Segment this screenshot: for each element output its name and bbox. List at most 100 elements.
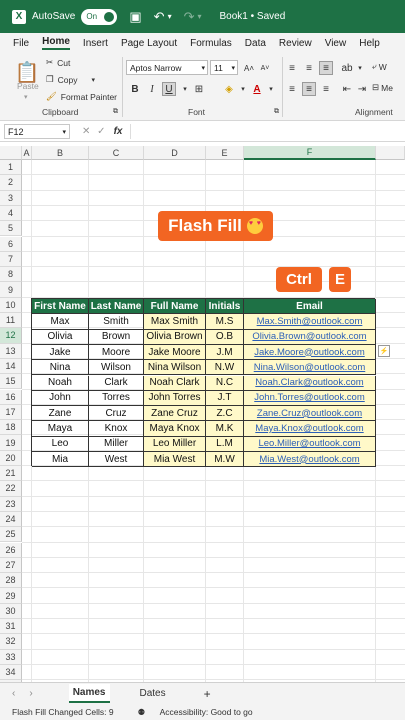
undo-dropdown-icon[interactable]: ▾ [168,12,172,21]
table-cell[interactable]: Zane Cruz [144,406,206,422]
table-cell[interactable]: N.C [206,375,244,391]
table-cell[interactable]: Nina.Wilson@outlook.com [244,360,376,376]
table-cell[interactable]: Max [32,314,89,330]
row-header-11[interactable]: 11 [0,313,22,329]
table-cell[interactable]: John [32,390,89,407]
format-painter-button[interactable]: 🖌 Format Painter [46,91,117,102]
row-header-25[interactable]: 25 [0,527,22,543]
column-header-b[interactable]: B [32,146,89,160]
tab-insert[interactable]: Insert [83,38,108,49]
cut-button[interactable]: ✂ Cut [46,57,70,68]
table-cell[interactable]: John Torres [144,390,206,407]
next-sheet-icon[interactable]: › [29,688,32,699]
tab-help[interactable]: Help [359,38,380,49]
table-cell[interactable]: J.T [206,390,244,407]
table-cell[interactable]: Leo.Miller@outlook.com [244,436,376,452]
table-header-cell[interactable]: Email [244,299,376,315]
table-cell[interactable]: Jake Moore [144,344,206,361]
align-right-icon[interactable]: ≡ [319,82,333,96]
undo-icon[interactable]: ↶ [154,9,165,25]
accessibility-status[interactable]: ⚉ Accessibility: Good to go [126,707,253,718]
row-header-2[interactable]: 2 [0,175,22,191]
save-icon[interactable]: ▣ [129,9,141,25]
row-header-22[interactable]: 22 [0,481,22,497]
table-cell[interactable]: Olivia [32,329,89,345]
row-header-4[interactable]: 4 [0,205,22,222]
row-header-9[interactable]: 9 [0,282,22,298]
row-header-33[interactable]: 33 [0,649,22,665]
table-cell[interactable]: Mia.West@outlook.com [244,452,376,468]
table-cell[interactable]: Smith [89,314,144,330]
row-header-20[interactable]: 20 [0,450,22,466]
row-header-26[interactable]: 26 [0,542,22,558]
row-header-27[interactable]: 27 [0,557,22,574]
table-header-cell[interactable]: Full Name [144,299,206,315]
row-header-15[interactable]: 15 [0,374,22,390]
table-header-cell[interactable]: Initials [206,299,244,315]
add-sheet-icon[interactable]: + [200,684,215,704]
copy-dropdown-icon[interactable]: ▾ [91,76,95,84]
fill-color-dropdown-icon[interactable]: ▾ [236,82,250,96]
increase-font-icon[interactable]: A˄ [242,61,256,75]
row-header-19[interactable]: 19 [0,435,22,451]
column-header-f[interactable]: F [244,146,376,160]
paste-button[interactable]: Paste [17,81,39,91]
align-center-icon[interactable]: ≡ [302,82,316,96]
select-all-corner[interactable] [0,146,22,160]
column-header-a[interactable]: A [22,146,32,160]
orientation-dropdown-icon[interactable]: ▾ [353,61,367,75]
table-cell[interactable]: Jake.Moore@outlook.com [244,344,376,361]
column-header-g[interactable] [376,146,405,160]
tab-formulas[interactable]: Formulas [190,38,232,49]
table-cell[interactable]: John.Torres@outlook.com [244,390,376,407]
font-name-select[interactable]: Aptos Narrow ▾ [126,60,208,75]
table-cell[interactable]: Clark [89,375,144,391]
table-cell[interactable]: O.B [206,329,244,345]
fill-color-icon[interactable]: ◈ [222,82,236,96]
table-cell[interactable]: Moore [89,344,144,361]
align-top-icon[interactable]: ≡ [285,61,299,75]
merge-button[interactable]: ⊟ Me [372,82,393,93]
worksheet-grid[interactable]: A B C D E F 1 2 3 4 5 6 7 8 9 10 11 12 13 14 15 16 17 18 1… [0,146,405,682]
table-cell[interactable]: Zane [32,406,89,422]
row-header-17[interactable]: 17 [0,404,22,421]
italic-button[interactable]: I [145,82,159,96]
table-cell[interactable]: M.S [206,314,244,330]
table-cell[interactable]: Olivia.Brown@outlook.com [244,329,376,345]
table-cell[interactable]: Cruz [89,406,144,422]
tab-review[interactable]: Review [279,38,312,49]
align-bottom-icon[interactable]: ≡ [319,61,333,75]
document-title[interactable]: Book1 • Saved [220,11,286,22]
table-cell[interactable]: M.W [206,452,244,468]
table-cell[interactable]: Torres [89,390,144,407]
table-cell[interactable]: Noah [32,375,89,391]
align-middle-icon[interactable]: ≡ [302,61,316,75]
table-cell[interactable]: Mia West [144,452,206,468]
table-cell[interactable]: Noah.Clark@outlook.com [244,375,376,391]
copy-button[interactable]: ❐ Copy ▾ [46,74,95,85]
borders-icon[interactable]: ⊞ [192,82,206,96]
table-cell[interactable]: Mia [32,452,89,468]
wrap-text-button[interactable]: ⤶ W [372,61,387,72]
paste-dropdown-icon[interactable]: ▾ [24,93,28,101]
table-cell[interactable]: Olivia Brown [144,329,206,345]
table-cell[interactable]: L.M [206,436,244,452]
table-cell[interactable]: Maya [32,421,89,437]
decrease-indent-icon[interactable]: ⇤ [340,82,354,96]
table-cell[interactable]: J.M [206,344,244,361]
row-header-1[interactable]: 1 [0,160,22,176]
underline-button[interactable]: U [162,82,176,96]
table-cell[interactable]: Max Smith [144,314,206,330]
row-header-7[interactable]: 7 [0,251,22,268]
row-header-24[interactable]: 24 [0,511,22,528]
enter-icon[interactable]: ✓ [97,126,105,137]
table-cell[interactable]: Leo [32,436,89,452]
font-color-dropdown-icon[interactable]: ▾ [264,82,278,96]
row-header-6[interactable]: 6 [0,236,22,252]
table-cell[interactable]: Jake [32,344,89,361]
row-header-28[interactable]: 28 [0,573,22,589]
sheet-tab-dates[interactable]: Dates [136,685,170,702]
name-box[interactable]: F12 ▾ [4,124,70,139]
row-header-10[interactable]: 10 [0,297,22,313]
tab-data[interactable]: Data [245,38,266,49]
